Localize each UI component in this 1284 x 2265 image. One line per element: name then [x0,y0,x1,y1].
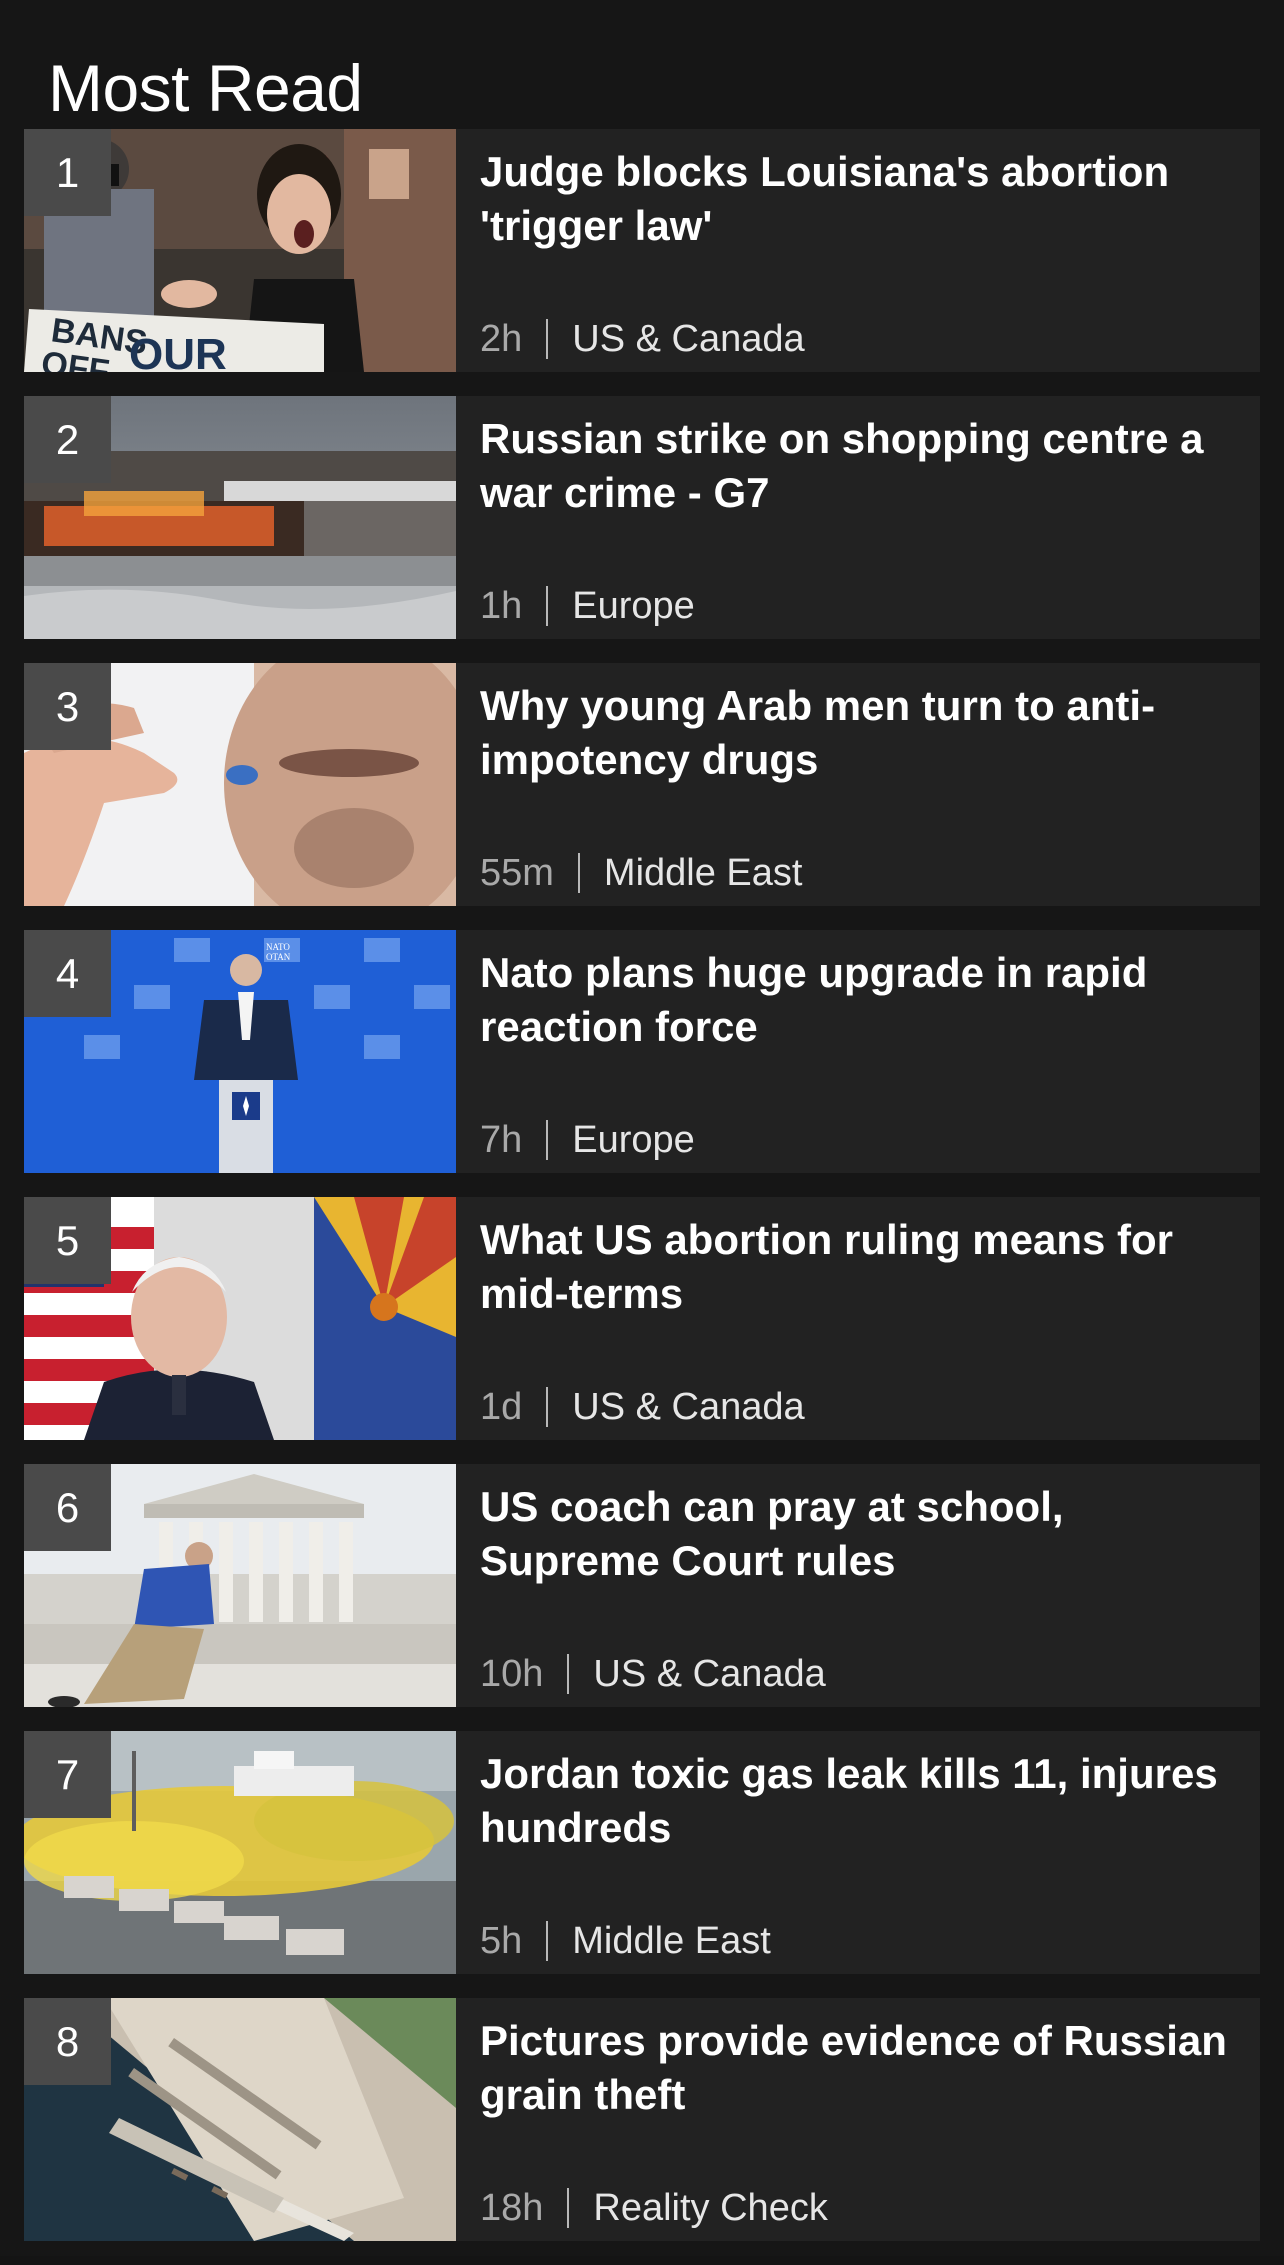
article-category[interactable]: US & Canada [572,316,804,362]
rank-badge: 4 [24,930,111,1017]
article-thumbnail[interactable]: 8 [24,1998,456,2241]
article-content: US coach can pray at school, Supreme Cou… [456,1464,1260,1707]
rank-badge: 1 [24,129,111,216]
article-card-1[interactable]: BANS OFF OUR 1 Judge blocks Louisiana's … [24,129,1260,372]
article-thumbnail[interactable]: NATO OTAN 4 [24,930,456,1173]
article-card-6[interactable]: 6 US coach can pray at school, Supreme C… [24,1464,1260,1707]
article-card-5[interactable]: 5 What US abortion ruling means for mid-… [24,1197,1260,1440]
article-time: 5h [480,1920,523,1962]
sign-text-our: OUR [129,330,227,372]
rank-badge: 5 [24,1197,111,1284]
article-content: Jordan toxic gas leak kills 11, injures … [456,1731,1260,1974]
article-time: 7h [480,1119,523,1161]
article-category[interactable]: Europe [572,1117,695,1163]
meta-divider [546,1120,549,1160]
article-thumbnail[interactable]: 6 [24,1464,456,1707]
article-headline[interactable]: Nato plans huge upgrade in rapid reactio… [480,946,1236,1054]
rank-badge: 3 [24,663,111,750]
meta-divider [546,1387,549,1427]
article-headline[interactable]: US coach can pray at school, Supreme Cou… [480,1480,1236,1588]
article-meta: 2h US & Canada [480,316,805,362]
article-category[interactable]: Middle East [604,850,803,896]
rank-badge: 8 [24,1998,111,2085]
article-headline[interactable]: Judge blocks Louisiana's abortion 'trigg… [480,145,1236,253]
article-time: 18h [480,2187,544,2229]
article-content: Pictures provide evidence of Russian gra… [456,1998,1260,2241]
article-headline[interactable]: Why young Arab men turn to anti-impotenc… [480,679,1236,787]
meta-divider [546,1921,549,1961]
article-category[interactable]: Reality Check [593,2185,827,2231]
article-content: Russian strike on shopping centre a war … [456,396,1260,639]
meta-divider [567,1654,570,1694]
article-content: Nato plans huge upgrade in rapid reactio… [456,930,1260,1173]
article-card-4[interactable]: NATO OTAN 4 Nato plans huge upgrade in r… [24,930,1260,1173]
section-title: Most Read [48,51,363,126]
article-card-3[interactable]: 3 Why young Arab men turn to anti-impote… [24,663,1260,906]
article-category[interactable]: Europe [572,583,695,629]
meta-divider [577,853,580,893]
article-headline[interactable]: Russian strike on shopping centre a war … [480,412,1236,520]
article-meta: 5h Middle East [480,1918,771,1964]
article-meta: 1d US & Canada [480,1384,805,1430]
nato-label: NATO [266,942,290,952]
article-category[interactable]: US & Canada [593,1651,825,1697]
article-time: 55m [480,852,554,894]
article-thumbnail[interactable]: 5 [24,1197,456,1440]
meta-divider [567,2188,570,2228]
article-thumbnail[interactable]: 3 [24,663,456,906]
rank-badge: 7 [24,1731,111,1818]
article-thumbnail[interactable]: 7 [24,1731,456,1974]
article-thumbnail[interactable]: 2 [24,396,456,639]
article-meta: 18h Reality Check [480,2185,828,2231]
meta-divider [546,586,549,626]
article-time: 2h [480,318,523,360]
article-time: 10h [480,1653,544,1695]
article-card-8[interactable]: 8 Pictures provide evidence of Russian g… [24,1998,1260,2241]
rank-badge: 6 [24,1464,111,1551]
otan-label: OTAN [266,952,291,962]
article-meta: 10h US & Canada [480,1651,826,1697]
article-content: What US abortion ruling means for mid-te… [456,1197,1260,1440]
article-content: Why young Arab men turn to anti-impotenc… [456,663,1260,906]
most-read-list: BANS OFF OUR 1 Judge blocks Louisiana's … [24,129,1260,2265]
article-headline[interactable]: Jordan toxic gas leak kills 11, injures … [480,1747,1236,1855]
article-card-2[interactable]: 2 Russian strike on shopping centre a wa… [24,396,1260,639]
article-headline[interactable]: Pictures provide evidence of Russian gra… [480,2014,1236,2122]
article-headline[interactable]: What US abortion ruling means for mid-te… [480,1213,1236,1321]
article-meta: 1h Europe [480,583,695,629]
most-read-page: Most Read BANS OFF OUR 1 Judge blocks Lo… [0,0,1284,2256]
article-content: Judge blocks Louisiana's abortion 'trigg… [456,129,1260,372]
article-time: 1d [480,1386,523,1428]
article-card-7[interactable]: 7 Jordan toxic gas leak kills 11, injure… [24,1731,1260,1974]
article-thumbnail[interactable]: BANS OFF OUR 1 [24,129,456,372]
article-category[interactable]: Middle East [572,1918,771,1964]
meta-divider [546,319,549,359]
rank-badge: 2 [24,396,111,483]
article-meta: 55m Middle East [480,850,802,896]
article-meta: 7h Europe [480,1117,695,1163]
article-time: 1h [480,585,523,627]
article-category[interactable]: US & Canada [572,1384,804,1430]
